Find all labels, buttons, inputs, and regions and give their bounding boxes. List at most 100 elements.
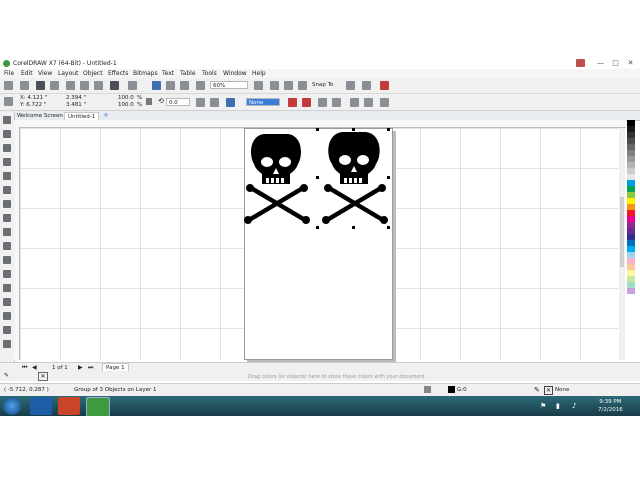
paste-icon[interactable] [94,81,103,90]
welcome-icon[interactable] [380,81,389,90]
menu-edit[interactable]: Edit [21,70,33,77]
system-clock[interactable]: 9:39 PM 7/2/2016 [598,398,623,414]
application-launcher-icon[interactable] [362,81,371,90]
crop-tool-icon[interactable] [3,144,11,152]
width-field[interactable]: 2.394 " [66,95,86,101]
menu-bitmaps[interactable]: Bitmaps [133,70,158,77]
eyedropper-icon[interactable]: ✎ [4,372,9,379]
clock-date: 7/2/2016 [598,407,623,413]
scale-height-field[interactable]: 100.0 [118,102,134,108]
polygon-tool-icon[interactable] [3,228,11,236]
new-document-icon[interactable] [4,81,13,90]
export-icon[interactable] [180,81,189,90]
outline-pen-icon[interactable] [226,98,235,107]
fill-color-swatch[interactable] [448,386,455,393]
weld-icon[interactable] [350,98,359,107]
vertical-scroll-thumb[interactable] [620,197,624,267]
options-icon[interactable] [346,81,355,90]
full-screen-icon[interactable] [254,81,263,90]
copy-icon[interactable] [80,81,89,90]
search-content-icon[interactable] [152,81,161,90]
mirror-horizontal-icon[interactable] [196,98,205,107]
combine-icon[interactable] [318,98,327,107]
skull-crossbones-artwork[interactable] [244,128,392,232]
menu-object[interactable]: Object [83,70,103,77]
menu-view[interactable]: View [38,70,52,77]
flag-icon[interactable]: ⚑ [540,402,546,410]
outline-color-swatch[interactable]: ✕ [544,386,553,395]
menu-help[interactable]: Help [252,70,266,77]
x-position-field[interactable]: X: 4.121 " [20,95,47,101]
open-icon[interactable] [20,81,29,90]
rotation-angle-field[interactable]: 0.0 [166,98,190,106]
internet-explorer-icon[interactable] [30,397,52,415]
previous-page-icon[interactable]: ◀ [32,364,37,371]
height-field[interactable]: 3.481 " [66,102,86,108]
rectangle-tool-icon[interactable] [3,200,11,208]
menu-tools[interactable]: Tools [202,70,217,77]
document-palette-bar[interactable]: ✎ ✕ Drag colors (or objects) here to sto… [0,371,640,381]
next-page-icon[interactable]: ▶ [78,364,83,371]
y-position-field[interactable]: Y: 6.722 " [20,102,46,108]
horizontal-ruler[interactable] [14,120,626,128]
save-icon[interactable] [36,81,45,90]
ungroup-icon[interactable] [302,98,311,107]
outline-width-select[interactable]: None [246,98,280,106]
show-guidelines-icon[interactable] [298,81,307,90]
menu-text[interactable]: Text [162,70,174,77]
show-grid-icon[interactable] [284,81,293,90]
mirror-vertical-icon[interactable] [210,98,219,107]
media-app-icon[interactable] [58,397,80,415]
color-eyedropper-tool-icon[interactable] [3,312,11,320]
redo-icon[interactable] [128,81,137,90]
artistic-media-tool-icon[interactable] [3,186,11,194]
connector-tool-icon[interactable] [3,270,11,278]
menu-table[interactable]: Table [180,70,196,77]
volume-icon[interactable]: ♪ [572,402,576,410]
pick-tool-icon[interactable] [3,116,11,124]
start-button[interactable] [3,397,21,415]
align-icon[interactable] [380,98,389,107]
cut-icon[interactable] [66,81,75,90]
maximize-button[interactable]: □ [611,59,620,67]
launcher-icon[interactable] [196,81,205,90]
freehand-tool-icon[interactable] [3,172,11,180]
coreldraw-taskbar-icon[interactable] [86,397,110,417]
lock-ratio-icon[interactable] [146,98,152,105]
break-apart-icon[interactable] [332,98,341,107]
parallel-dimension-tool-icon[interactable] [3,256,11,264]
palette-drag-hint: Drag colors (or objects) here to store t… [248,374,425,380]
palette-swatch[interactable] [627,288,635,294]
text-tool-icon[interactable] [3,242,11,250]
undo-icon[interactable] [110,81,119,90]
network-icon[interactable]: ▮ [556,402,560,410]
skull-left [244,134,310,224]
minimize-button[interactable]: — [596,59,605,67]
scale-unit-label: % [137,102,143,108]
print-icon[interactable] [50,81,59,90]
menu-effects[interactable]: Effects [108,70,128,77]
transparency-tool-icon[interactable] [3,298,11,306]
ellipse-tool-icon[interactable] [3,214,11,222]
tab-welcome-screen[interactable]: Welcome Screen [14,112,66,120]
no-color-swatch[interactable]: ✕ [38,372,48,381]
group-icon[interactable] [288,98,297,107]
user-icon[interactable] [576,59,585,67]
interactive-fill-tool-icon[interactable] [3,326,11,334]
zoom-tool-icon[interactable] [3,158,11,166]
add-tab-icon[interactable]: + [103,111,109,119]
menu-window[interactable]: Window [223,70,247,77]
zoom-level-select[interactable]: 60% [210,81,248,89]
show-rulers-icon[interactable] [270,81,279,90]
object-origin-icon[interactable] [4,97,13,106]
menu-file[interactable]: File [4,70,14,77]
trim-icon[interactable] [364,98,373,107]
scale-width-field[interactable]: 100.0 [118,95,134,101]
snap-to-dropdown[interactable]: Snap To [312,82,333,88]
smart-fill-tool-icon[interactable] [3,340,11,348]
menu-layout[interactable]: Layout [58,70,78,77]
import-icon[interactable] [166,81,175,90]
drop-shadow-tool-icon[interactable] [3,284,11,292]
close-button[interactable]: ✕ [626,59,635,67]
shape-tool-icon[interactable] [3,130,11,138]
